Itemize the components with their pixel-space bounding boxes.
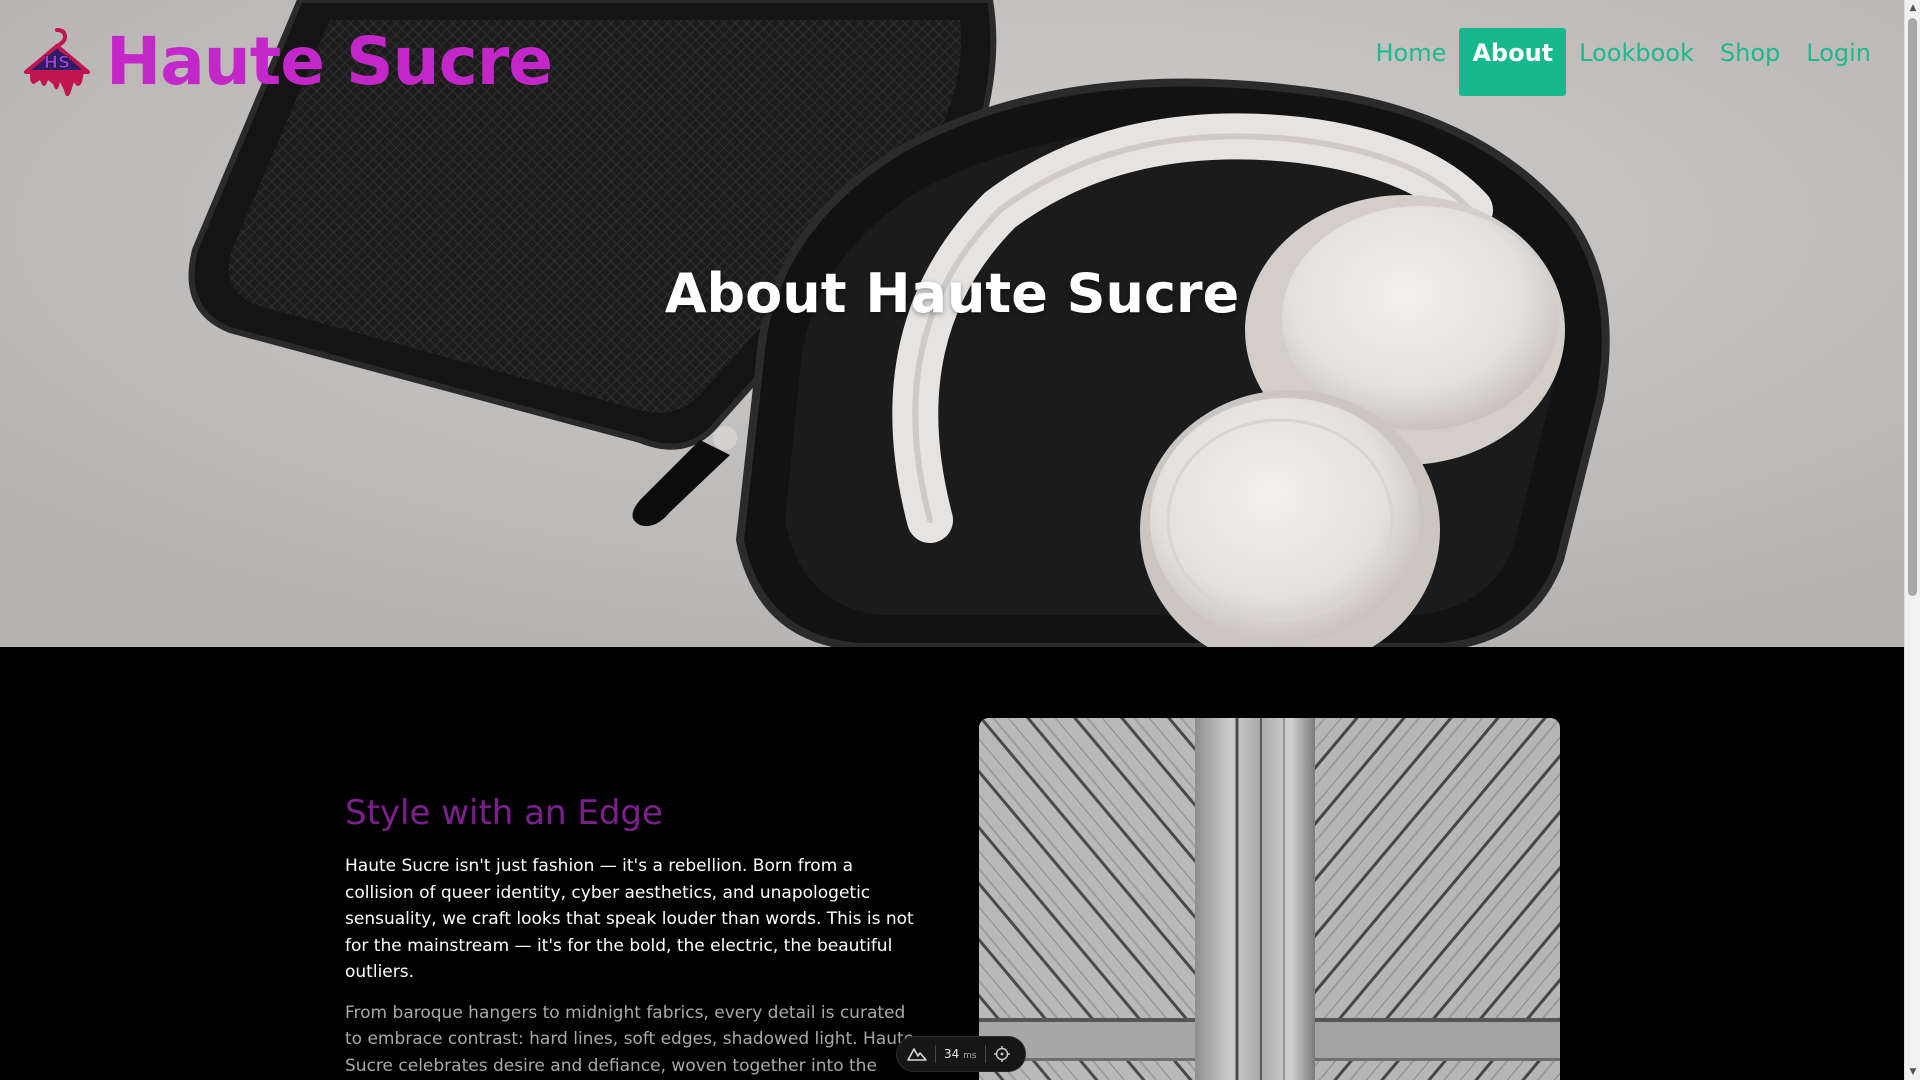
scroll-thumb[interactable] — [1908, 18, 1917, 596]
brand-name: Haute Sucre — [106, 23, 553, 100]
dev-toolbar[interactable]: 34 ms — [896, 1036, 1026, 1072]
nav-lookbook-link[interactable]: Lookbook — [1566, 28, 1707, 78]
about-section: Style with an Edge Haute Sucre isn't jus… — [0, 647, 1904, 1080]
brand-home-link[interactable]: HS Haute Sucre — [20, 23, 553, 100]
about-paragraph-1: Haute Sucre isn't just fashion — it's a … — [345, 856, 914, 982]
hanger-hs-logo-icon: HS — [24, 28, 90, 97]
page-scrollbar[interactable]: ▲ ▼ — [1904, 0, 1920, 1080]
about-text-block: Style with an Edge Haute Sucre isn't jus… — [345, 793, 917, 1080]
crosshair-icon[interactable] — [993, 1046, 1010, 1062]
hero-title: About Haute Sucre — [664, 262, 1240, 325]
page: About Haute Sucre HS Haute Sucre Home Ab… — [0, 0, 1920, 1080]
about-image — [979, 718, 1560, 1080]
scroll-up-arrow-icon[interactable]: ▲ — [1905, 0, 1920, 16]
toolbar-separator — [935, 1045, 936, 1063]
nav-shop-link[interactable]: Shop — [1707, 28, 1793, 78]
svg-text:HS: HS — [44, 53, 70, 73]
main-nav: Home About Lookbook Shop Login — [1362, 28, 1884, 96]
nav-home-link[interactable]: Home — [1362, 28, 1459, 78]
about-paragraph-2: From baroque hangers to midnight fabrics… — [345, 1002, 915, 1076]
nav-login-link[interactable]: Login — [1793, 28, 1884, 78]
weathered-wood-door-image — [979, 718, 1560, 1080]
mountain-logo-icon[interactable] — [907, 1046, 927, 1062]
toolbar-separator — [984, 1045, 986, 1063]
scroll-down-arrow-icon[interactable]: ▼ — [1905, 1064, 1920, 1080]
about-heading: Style with an Edge — [345, 793, 663, 833]
render-timing[interactable]: 34 ms — [944, 1047, 977, 1061]
nav-about-link[interactable]: About — [1459, 28, 1567, 96]
site-header: HS Haute Sucre Home About Lookbook Shop … — [0, 0, 1904, 120]
